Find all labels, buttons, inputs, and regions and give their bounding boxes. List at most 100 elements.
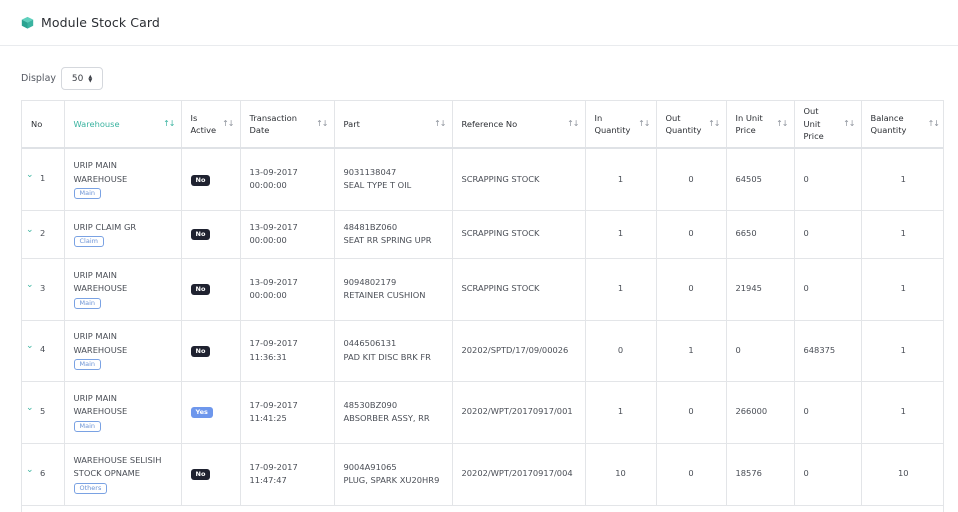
- warehouse-type-tag: Others: [73, 482, 108, 494]
- column-header-1[interactable]: Warehouse ↑↓: [64, 101, 182, 149]
- row-number: 1: [40, 173, 46, 183]
- column-header-label: Warehouse: [73, 118, 120, 129]
- transaction-date: 13-09-2017: [249, 276, 298, 287]
- row-number: 6: [40, 467, 46, 478]
- reference-no-cell: SCRAPPING STOCK: [452, 258, 586, 321]
- column-header-label: No: [31, 118, 43, 129]
- chevron-down-icon[interactable]: ⌄: [26, 169, 34, 183]
- column-header-4[interactable]: Part ↑↓: [334, 101, 453, 149]
- part-name: SEAL TYPE T OIL: [343, 180, 412, 191]
- column-header-3[interactable]: Transaction Date ↑↓: [240, 101, 335, 149]
- transaction-date-cell: 13-09-2017 00:00:00: [240, 210, 335, 259]
- sort-icon[interactable]: ↑↓: [163, 118, 175, 131]
- reference-no-cell: 20202/WPT/20170917/004: [452, 443, 586, 506]
- table-row[interactable]: ⌄ 4 URIP MAIN WAREHOUSE Main No 17-09-2017 11:…: [22, 320, 943, 382]
- column-header-label: Transaction Date: [249, 112, 297, 136]
- table-row[interactable]: ⌄ 3 URIP MAIN WAREHOUSE Main No 13-09-2017 00:…: [22, 258, 943, 321]
- is-active-cell: No: [181, 210, 241, 259]
- warehouse-name: WAREHOUSE SELISIH STOCK OPNAME: [73, 454, 162, 479]
- display-control: Display 50 ▲ ▼: [21, 67, 104, 90]
- part-cell: 48481BZ060 SEAT RR SPRING UPR: [334, 210, 453, 259]
- row-number-cell: ⌄ 5: [22, 381, 65, 444]
- stock-table-container[interactable]: No Warehouse ↑↓ Is Active ↑↓ Transaction Date…: [21, 100, 944, 512]
- warehouse-cell: URIP MAIN WAREHOUSE Main: [64, 320, 182, 382]
- page-size-select[interactable]: 50 ▲ ▼: [61, 67, 104, 90]
- chevron-down-icon[interactable]: ⌄: [26, 402, 34, 416]
- transaction-date-cell: 17-09-2017 11:36:31: [240, 320, 335, 382]
- is-active-badge: Yes: [190, 407, 213, 419]
- part-name: ABSORBER ASSY, RR: [343, 413, 430, 423]
- row-number-cell: ⌄ 4: [22, 320, 65, 382]
- out-quantity-cell: 0: [656, 381, 727, 444]
- warehouse-type-tag: Main: [73, 297, 102, 309]
- reference-no-cell: SCRAPPING STOCK: [452, 210, 586, 259]
- warehouse-type-tag: Claim: [73, 236, 104, 247]
- transaction-date-cell: 17-09-2017 11:41:25: [240, 381, 335, 444]
- in-quantity-cell: 1: [585, 148, 657, 211]
- sort-icon[interactable]: ↑↓: [316, 118, 328, 131]
- part-name: RETAINER CUSHION: [343, 290, 426, 300]
- warehouse-name: URIP MAIN WAREHOUSE: [73, 269, 128, 294]
- balance-quantity-cell: 1: [861, 381, 943, 444]
- column-header-2[interactable]: Is Active ↑↓: [181, 101, 241, 149]
- warehouse-name: URIP CLAIM GR: [73, 221, 137, 232]
- transaction-date: 17-09-2017: [249, 338, 298, 348]
- transaction-date: 13-09-2017: [249, 166, 298, 177]
- part-number: 9031138047: [343, 166, 397, 177]
- is-active-badge: No: [190, 469, 211, 481]
- display-label: Display: [21, 73, 57, 84]
- out-unit-price-cell: 0: [794, 381, 862, 444]
- column-header-10[interactable]: Balance Quantity ↑↓: [861, 101, 943, 149]
- column-header-5[interactable]: Reference No ↑↓: [452, 101, 586, 149]
- column-header-label: Part: [343, 118, 360, 129]
- chevron-down-icon[interactable]: ⌄: [26, 224, 34, 238]
- row-number: 4: [40, 344, 46, 355]
- in-quantity-cell: 0: [585, 320, 657, 382]
- table-row[interactable]: ⌄ 1 URIP MAIN WAREHOUSE Main No 13-09-2017 00:…: [22, 148, 943, 211]
- row-number-cell: ⌄ 3: [22, 258, 65, 321]
- part-number: 9094802179: [343, 276, 397, 287]
- chevron-down-icon[interactable]: ⌄: [26, 279, 34, 293]
- warehouse-name: URIP MAIN WAREHOUSE: [73, 331, 128, 355]
- reference-no-cell: 20202/SPTD/17/09/00026: [452, 320, 586, 382]
- column-header-0[interactable]: No: [22, 101, 65, 149]
- out-quantity-cell: 0: [656, 443, 727, 506]
- table-row[interactable]: ⌄ 5 URIP MAIN WAREHOUSE Main Yes 17-09-2017 11…: [22, 381, 943, 444]
- transaction-date-cell: 13-09-2017 00:00:00: [240, 258, 335, 321]
- sort-icon[interactable]: ↑↓: [843, 118, 855, 131]
- row-number-cell: ⌄ 2: [22, 210, 65, 259]
- sort-icon[interactable]: ↑↓: [222, 118, 234, 131]
- reference-no-cell: 20202/WPT/20170917/001: [452, 381, 586, 444]
- warehouse-cell: WAREHOUSE SELISIH STOCK OPNAME Others: [64, 443, 182, 506]
- chevron-down-icon[interactable]: ⌄: [26, 340, 34, 354]
- out-quantity-cell: 0: [656, 210, 727, 259]
- sort-icon[interactable]: ↑↓: [708, 118, 720, 131]
- part-cell: 0446506131 PAD KIT DISC BRK FR: [334, 320, 453, 382]
- in-unit-price-cell: 18576: [726, 443, 795, 506]
- balance-quantity-cell: 1: [861, 148, 943, 211]
- column-header-7[interactable]: Out Quantity ↑↓: [656, 101, 727, 149]
- in-quantity-cell: 1: [585, 381, 657, 444]
- part-cell: 48530BZ090 ABSORBER ASSY, RR: [334, 381, 453, 444]
- sort-icon[interactable]: ↑↓: [638, 118, 650, 131]
- transaction-date: 17-09-2017: [249, 461, 298, 472]
- in-quantity-cell: 1: [585, 210, 657, 259]
- part-number: 48530BZ090: [343, 399, 398, 410]
- out-unit-price-cell: 648375: [794, 320, 862, 382]
- table-row[interactable]: ⌄ 6 WAREHOUSE SELISIH STOCK OPNAME Others No…: [22, 443, 943, 506]
- column-header-9[interactable]: Out Unit Price ↑↓: [794, 101, 862, 149]
- out-unit-price-cell: 0: [794, 258, 862, 321]
- sort-icon[interactable]: ↑↓: [928, 118, 940, 131]
- table-row[interactable]: ⌄ 2 URIP CLAIM GR Claim No 13-09-2017 00:00:00…: [22, 210, 943, 259]
- sort-icon[interactable]: ↑↓: [776, 118, 788, 131]
- row-number: 5: [40, 405, 46, 416]
- column-header-6[interactable]: In Quantity ↑↓: [585, 101, 657, 149]
- out-unit-price-cell: 0: [794, 210, 862, 259]
- part-name: PAD KIT DISC BRK FR: [343, 351, 431, 362]
- sort-icon[interactable]: ↑↓: [434, 118, 446, 131]
- sort-icon[interactable]: ↑↓: [567, 118, 579, 131]
- page-title: Module Stock Card: [41, 15, 160, 30]
- column-header-8[interactable]: In Unit Price ↑↓: [726, 101, 795, 149]
- chevron-down-icon[interactable]: ⌄: [26, 464, 34, 478]
- balance-quantity-cell: 10: [861, 443, 943, 506]
